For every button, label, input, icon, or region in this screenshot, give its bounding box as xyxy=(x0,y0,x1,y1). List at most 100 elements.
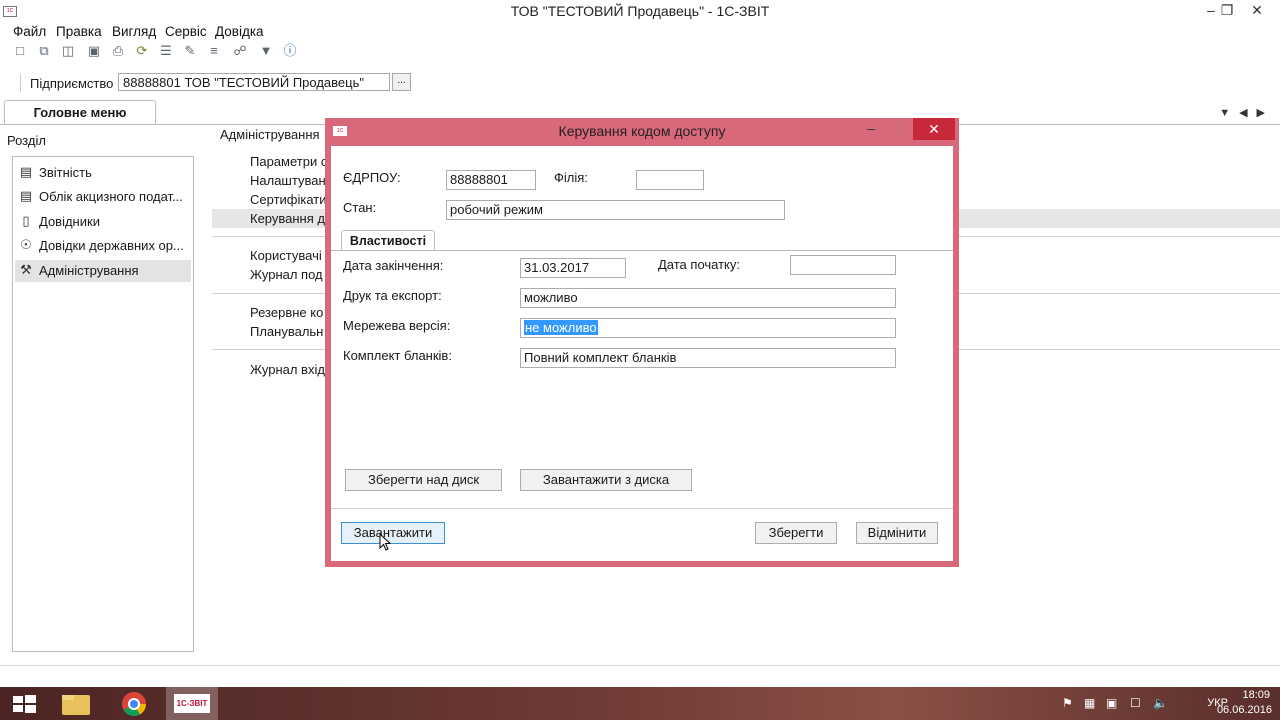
sidebar-item-administration[interactable]: ⚒ Адміністрування xyxy=(15,260,191,282)
section-heading: Розділ xyxy=(7,133,46,148)
enterprise-label: Підприємство xyxy=(30,76,114,91)
volume-icon[interactable]: 🔈 xyxy=(1153,696,1168,710)
sidebar-item-label: Довідники xyxy=(39,214,100,229)
admin-link-access-code[interactable]: Керування д xyxy=(250,211,325,226)
monitor-icon[interactable]: ▣ xyxy=(1106,696,1117,710)
tab-scroll-arrows[interactable]: ▼◀▶ xyxy=(1219,106,1274,119)
start-date-field[interactable] xyxy=(790,255,896,275)
mouse-cursor-icon xyxy=(379,533,391,551)
save-button[interactable]: Зберегти xyxy=(755,522,837,544)
admin-link-users[interactable]: Користувачі xyxy=(250,248,322,263)
print-icon[interactable]: ⎙ xyxy=(110,43,126,59)
admin-link-scheduler[interactable]: Планувальн xyxy=(250,324,323,339)
windows-logo-icon xyxy=(13,695,36,713)
save-icon[interactable]: ▣ xyxy=(86,43,102,59)
print-export-label: Друк та експорт: xyxy=(343,288,442,303)
admin-link-login-log[interactable]: Журнал вхід xyxy=(250,362,325,377)
section-list: ▤ Звітність ▤ Облік акцизного подат... ▯… xyxy=(12,156,194,652)
close-window-button[interactable]: ✕ xyxy=(1234,0,1280,22)
admin-heading: Адміністрування xyxy=(220,127,320,142)
chrome-icon[interactable] xyxy=(110,687,158,720)
sidebar-item-reporting[interactable]: ▤ Звітність xyxy=(15,162,191,184)
enterprise-field[interactable]: 88888801 ТОВ "ТЕСТОВИЙ Продавець" xyxy=(118,73,390,91)
menu-file[interactable]: Файл xyxy=(13,24,46,39)
admin-link-event-log[interactable]: Журнал под xyxy=(250,267,323,282)
refresh-icon[interactable]: ⟳ xyxy=(134,43,150,59)
new-document-icon[interactable]: □ xyxy=(12,43,28,59)
tools-icon: ⚒ xyxy=(20,262,32,277)
network-version-field[interactable]: не можливо xyxy=(520,318,896,338)
divider xyxy=(20,74,21,92)
menu-bar: Файл Правка Вигляд Сервіс Довідка xyxy=(0,22,1280,42)
copy-icon[interactable]: ⧉ xyxy=(36,43,52,59)
dialog-body: ЄДРПОУ: 88888801 Філія: Стан: робочий ре… xyxy=(331,146,953,561)
branch-label: Філія: xyxy=(554,170,588,185)
filter-icon[interactable]: ▼ xyxy=(258,43,274,59)
title-bar: 1С ТОВ "ТЕСТОВИЙ Продавець" - 1С-ЗВІТ – … xyxy=(0,0,1280,22)
state-field[interactable]: робочий режим xyxy=(446,200,785,220)
admin-link-backup[interactable]: Резервне ко xyxy=(250,305,323,320)
end-date-field[interactable]: 31.03.2017 xyxy=(520,258,626,278)
clock-time[interactable]: 18:09 xyxy=(1242,689,1270,701)
selected-text: не можливо xyxy=(524,320,598,335)
eye-icon: ☉ xyxy=(20,237,32,252)
menu-help[interactable]: Довідка xyxy=(215,24,264,39)
dialog-maximize-button[interactable]: □ xyxy=(888,120,908,134)
dialog-close-button[interactable]: ✕ xyxy=(913,118,955,140)
menu-view[interactable]: Вигляд xyxy=(112,24,156,39)
enterprise-select-button[interactable]: ... xyxy=(392,73,411,91)
menu-edit[interactable]: Правка xyxy=(56,24,102,39)
binoculars-icon[interactable]: ☍ xyxy=(232,43,248,59)
network-version-label: Мережева версія: xyxy=(343,318,451,333)
forms-set-field[interactable]: Повний комплект бланків xyxy=(520,348,896,368)
load-from-disk-button[interactable]: Завантажити з диска xyxy=(520,469,692,491)
start-button[interactable] xyxy=(0,687,48,720)
sidebar-item-label: Звітність xyxy=(39,165,92,180)
sidebar-item-directories[interactable]: ▯ Довідники xyxy=(15,211,191,233)
help-icon[interactable]: ⓘ xyxy=(282,43,298,59)
sidebar-item-label: Довідки державних ор... xyxy=(39,238,184,253)
tab-main-menu[interactable]: Головне меню xyxy=(4,100,156,125)
print-export-field[interactable]: можливо xyxy=(520,288,896,308)
windows-tray-icon[interactable]: ▦ xyxy=(1084,696,1095,710)
admin-link-certificates[interactable]: Сертифікати xyxy=(250,192,327,207)
dialog-minimize-button[interactable]: – xyxy=(861,120,881,136)
taskbar: 1С-ЗВІТ ⚑ ▦ ▣ ☐ 🔈 УКР 18:09 06.06.2016 xyxy=(0,687,1280,720)
sidebar-item-state-references[interactable]: ☉ Довідки державних ор... xyxy=(15,235,191,257)
window-title: ТОВ "ТЕСТОВИЙ Продавець" - 1С-ЗВІТ xyxy=(510,3,770,19)
tree-icon[interactable]: ☰ xyxy=(158,43,174,59)
cancel-button[interactable]: Відмінити xyxy=(856,522,938,544)
divider xyxy=(331,508,953,509)
network-icon[interactable]: ☐ xyxy=(1130,696,1141,710)
branch-field[interactable] xyxy=(636,170,704,190)
book-icon: ▯ xyxy=(22,213,30,228)
edrpou-field[interactable]: 88888801 xyxy=(446,170,536,190)
load-button[interactable]: Завантажити xyxy=(341,522,445,544)
menu-service[interactable]: Сервіс xyxy=(165,24,207,39)
excise-icon: ▤ xyxy=(19,188,33,203)
end-date-label: Дата закінчення: xyxy=(343,258,444,273)
document-icon: ▤ xyxy=(19,164,33,179)
forms-set-label: Комплект бланків: xyxy=(343,348,452,363)
state-label: Стан: xyxy=(343,200,377,215)
save-to-disk-button[interactable]: Зберегти над диск xyxy=(345,469,502,491)
file-explorer-icon[interactable] xyxy=(52,687,100,720)
app-1c-zvit-icon: 1С-ЗВІТ xyxy=(174,694,210,713)
sidebar-item-label: Адміністрування xyxy=(39,263,139,278)
edrpou-label: ЄДРПОУ: xyxy=(343,170,401,185)
tab-underline xyxy=(331,250,953,251)
sidebar-item-excise[interactable]: ▤ Облік акцизного подат... xyxy=(15,186,191,208)
paste-icon[interactable]: ◫ xyxy=(60,43,76,59)
admin-link-params[interactable]: Параметри с xyxy=(250,154,327,169)
sidebar-item-label: Облік акцизного подат... xyxy=(39,189,183,204)
admin-link-settings[interactable]: Налаштуван xyxy=(250,173,326,188)
flag-icon[interactable]: ⚑ xyxy=(1062,696,1073,710)
edit-icon[interactable]: ✎ xyxy=(182,43,198,59)
status-bar-divider xyxy=(0,665,1280,666)
start-date-label: Дата початку: xyxy=(658,257,740,272)
tab-properties[interactable]: Властивості xyxy=(341,230,435,251)
access-code-dialog: 1С Керування кодом доступу – □ ✕ ЄДРПОУ:… xyxy=(325,118,959,567)
list-icon[interactable]: ≡ xyxy=(206,43,222,59)
taskbar-app-1c-zvit[interactable]: 1С-ЗВІТ xyxy=(166,687,218,720)
clock-date[interactable]: 06.06.2016 xyxy=(1217,704,1272,716)
